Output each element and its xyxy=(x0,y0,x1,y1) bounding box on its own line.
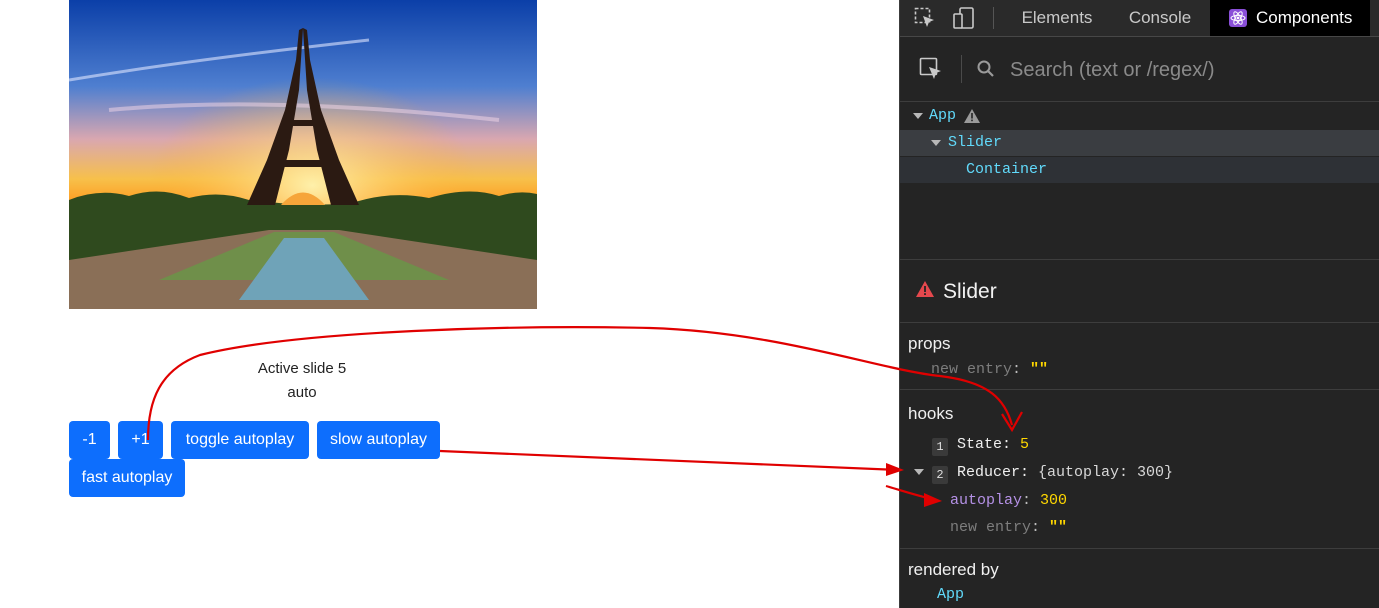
rendered-by-app-link[interactable]: App xyxy=(937,586,964,603)
warning-icon xyxy=(964,109,980,123)
device-toggle-icon[interactable] xyxy=(952,6,976,30)
new-entry-key: new entry xyxy=(931,361,1013,378)
tab-console[interactable]: Console xyxy=(1112,0,1208,36)
pane-divider xyxy=(900,259,1379,260)
increment-button[interactable]: +1 xyxy=(118,421,163,459)
warning-icon xyxy=(916,281,934,297)
hook-value: {autoplay: 300} xyxy=(1038,464,1174,481)
hook-index-badge: 1 xyxy=(932,438,948,456)
slow-autoplay-button[interactable]: slow autoplay xyxy=(317,421,440,459)
hook-value: 5 xyxy=(1020,436,1030,453)
slide-image xyxy=(69,0,537,309)
devtools-tab-bar: Elements Console Components xyxy=(900,0,1379,37)
hook-name: State xyxy=(957,436,1003,453)
expand-triangle-icon[interactable] xyxy=(913,113,923,119)
inspect-element-icon[interactable] xyxy=(914,7,936,29)
reducer-autoplay-row[interactable]: autoplay: 300 xyxy=(950,492,1067,509)
hooks-heading: hooks xyxy=(908,404,954,423)
toggle-autoplay-button[interactable]: toggle autoplay xyxy=(171,421,309,459)
annotation-arrow-reducer xyxy=(439,449,901,472)
active-slide-text: Active slide 5 xyxy=(257,360,347,377)
search-separator xyxy=(961,55,962,83)
hook-index-badge: 2 xyxy=(932,466,948,484)
tab-components-label: Components xyxy=(1256,8,1353,27)
tree-item-label: Container xyxy=(966,161,1048,178)
section-divider xyxy=(900,548,1379,549)
reducer-key: autoplay xyxy=(950,492,1023,509)
section-divider xyxy=(900,322,1379,323)
reducer-value: 300 xyxy=(1040,492,1068,509)
hook-name: Reducer xyxy=(957,464,1021,481)
react-logo-icon xyxy=(1229,9,1247,27)
tab-elements[interactable]: Elements xyxy=(1004,0,1110,36)
tab-components[interactable]: Components xyxy=(1210,0,1370,36)
new-entry-value: "" xyxy=(1049,519,1068,536)
search-icon xyxy=(977,60,994,77)
tree-item-label: App xyxy=(929,107,957,124)
devtools-panel: Elements Console Components Search (text… xyxy=(899,0,1379,608)
props-heading: props xyxy=(908,334,951,353)
search-input[interactable] xyxy=(1008,55,1352,85)
select-component-icon[interactable] xyxy=(919,57,943,81)
hooks-new-entry[interactable]: new entry: "" xyxy=(950,519,1067,536)
hook-reducer-row[interactable]: Reducer: {autoplay: 300} xyxy=(957,464,1173,481)
autoplay-mode-text: auto xyxy=(287,384,317,401)
rendered-by-heading: rendered by xyxy=(908,560,999,579)
props-new-entry[interactable]: new entry: "" xyxy=(931,361,1048,378)
tree-item-container[interactable]: Container xyxy=(900,157,1379,183)
collapse-triangle-icon[interactable] xyxy=(914,469,924,475)
new-entry-key: new entry xyxy=(950,519,1032,536)
tree-item-slider[interactable]: Slider xyxy=(900,130,1379,156)
decrement-button[interactable]: -1 xyxy=(69,421,110,459)
new-entry-value: "" xyxy=(1030,361,1049,378)
fast-autoplay-button[interactable]: fast autoplay xyxy=(69,459,185,497)
tab-separator xyxy=(993,7,994,29)
selected-component-name: Slider xyxy=(943,280,997,303)
section-divider xyxy=(900,389,1379,390)
hook-state-row[interactable]: State: 5 xyxy=(957,436,1029,453)
tree-item-app[interactable]: App xyxy=(900,103,1379,129)
expand-triangle-icon[interactable] xyxy=(931,140,941,146)
tree-item-label: Slider xyxy=(948,134,1003,151)
component-search-bar xyxy=(900,37,1379,102)
